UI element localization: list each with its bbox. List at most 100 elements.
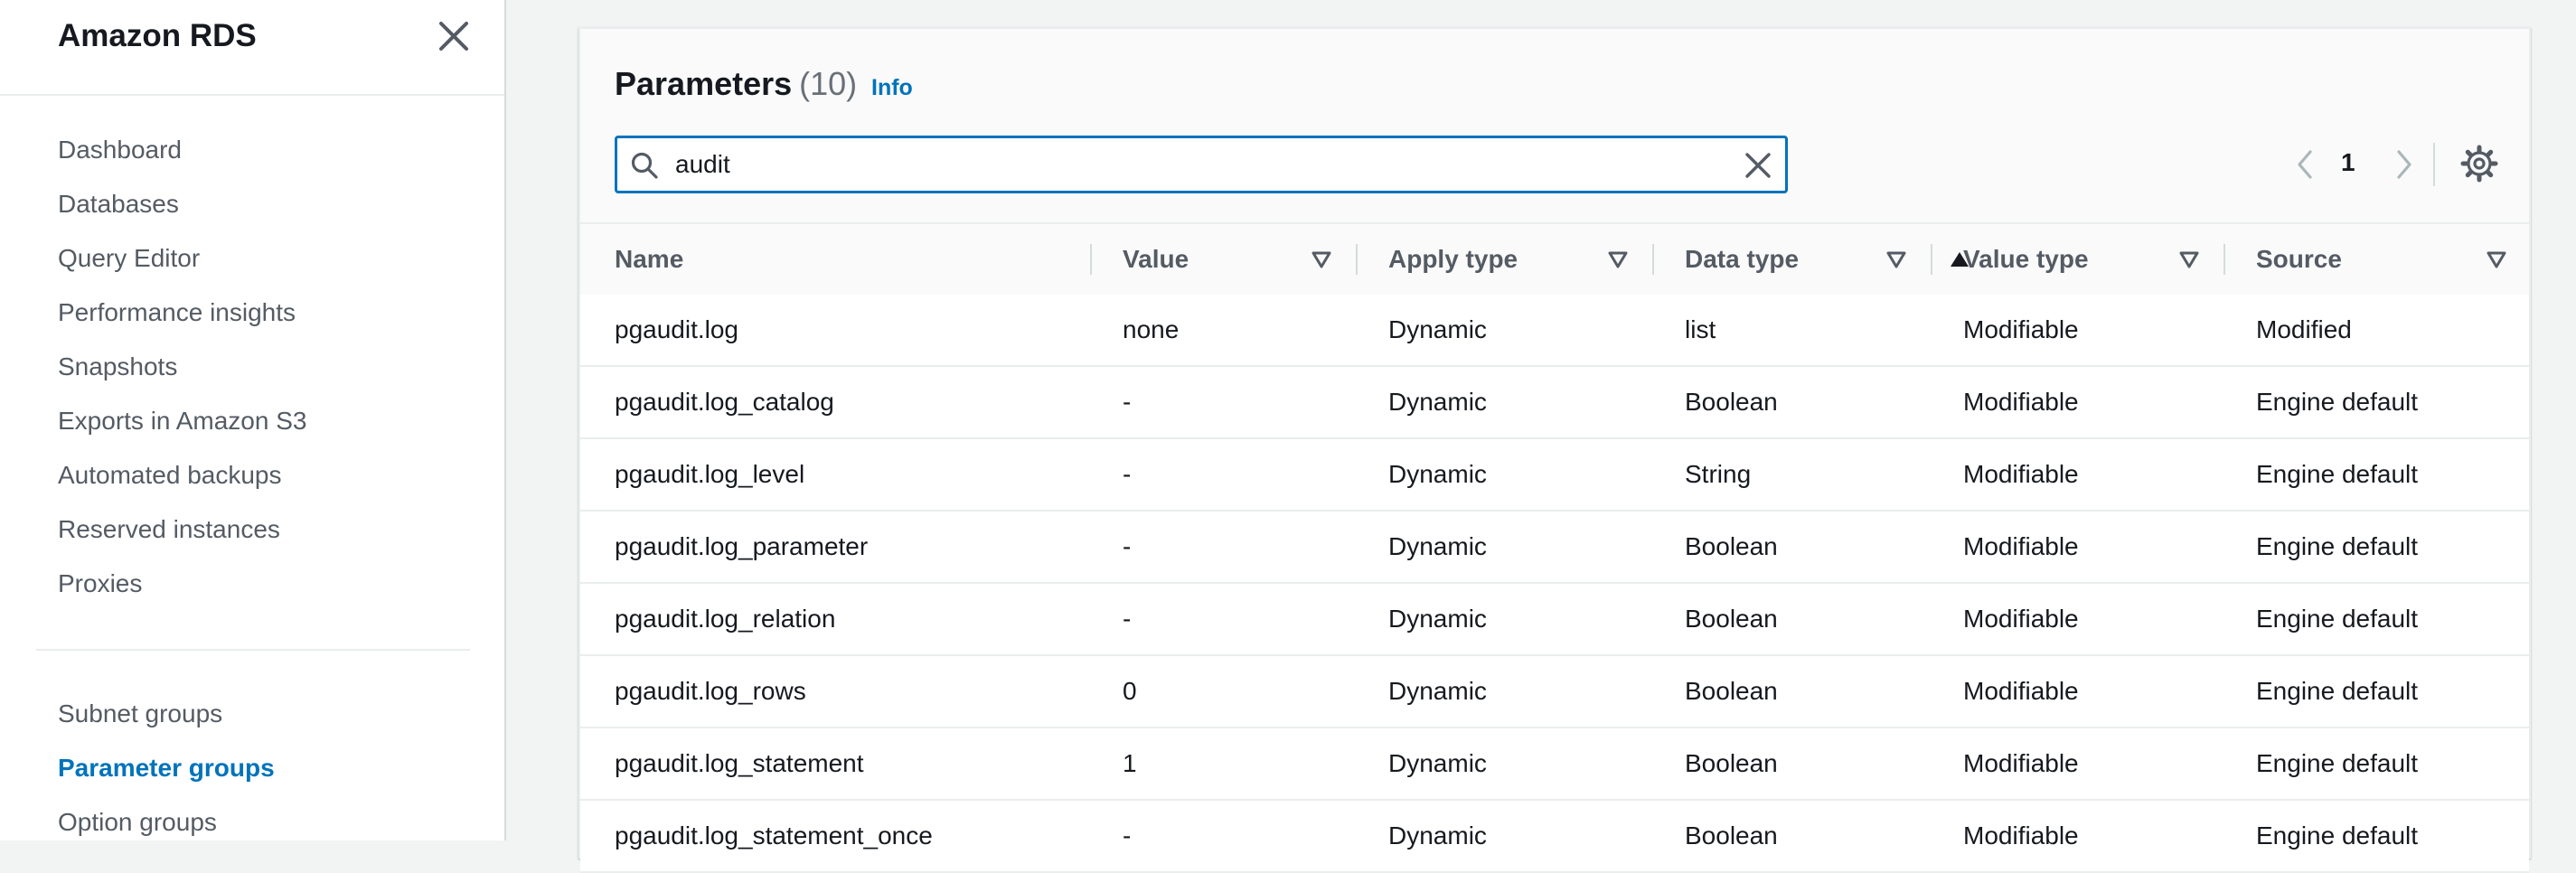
sidebar-item-automated-backups[interactable]: Automated backups: [58, 461, 282, 490]
cell-apply-type: Dynamic: [1388, 315, 1487, 343]
column-divider[interactable]: [2223, 244, 2225, 275]
cell-apply-type: Dynamic: [1388, 821, 1487, 850]
cell-name: pgaudit.log_catalog: [615, 388, 834, 416]
cell-value: -: [1123, 388, 1132, 416]
cell-value: none: [1123, 315, 1180, 343]
cell-source: Engine default: [2256, 821, 2419, 850]
column-header-value[interactable]: Value: [1123, 224, 1189, 295]
cell-apply-type: Dynamic: [1388, 388, 1487, 416]
cell-data-type: Boolean: [1685, 532, 1778, 560]
sort-icon[interactable]: [2178, 249, 2200, 270]
table-row[interactable]: pgaudit.log_rows 0 Dynamic Boolean Modif…: [580, 656, 2529, 728]
close-icon[interactable]: [434, 16, 474, 56]
sidebar-item-snapshots[interactable]: Snapshots: [58, 352, 177, 381]
cell-value: -: [1123, 605, 1132, 633]
sidebar-item-performance-insights[interactable]: Performance insights: [58, 298, 296, 327]
cell-source: Engine default: [2256, 388, 2419, 416]
parameter-count: (10): [799, 65, 858, 102]
sidebar-item-reserved-instances[interactable]: Reserved instances: [58, 515, 280, 544]
table-row[interactable]: pgaudit.log none Dynamic list Modifiable…: [580, 295, 2529, 367]
sidebar-item-subnet-groups[interactable]: Subnet groups: [58, 699, 222, 728]
sidebar-item-option-groups[interactable]: Option groups: [58, 808, 217, 837]
cell-apply-type: Dynamic: [1388, 460, 1487, 488]
sort-icon[interactable]: [1311, 249, 1332, 270]
panel-title: Parameters (10): [615, 65, 857, 103]
gear-icon[interactable]: [2460, 145, 2498, 183]
cell-value-type: Modifiable: [1963, 677, 2079, 705]
column-header-name[interactable]: Name: [615, 224, 683, 295]
cell-source: Engine default: [2256, 532, 2419, 560]
cell-data-type: Boolean: [1685, 749, 1778, 777]
column-divider[interactable]: [1356, 244, 1358, 275]
search-box[interactable]: [615, 136, 1788, 193]
cell-apply-type: Dynamic: [1388, 605, 1487, 633]
cell-apply-type: Dynamic: [1388, 677, 1487, 705]
cell-name: pgaudit.log_rows: [615, 677, 806, 705]
sort-icon[interactable]: [1607, 249, 1629, 270]
cell-value-type: Modifiable: [1963, 749, 2079, 777]
sidebar-title: Amazon RDS: [58, 18, 257, 53]
search-icon: [631, 152, 658, 179]
column-header-value-type[interactable]: Value type: [1963, 224, 2089, 295]
table-row[interactable]: pgaudit.log_relation - Dynamic Boolean M…: [580, 584, 2529, 656]
sidebar-item-query-editor[interactable]: Query Editor: [58, 244, 200, 273]
cell-value-type: Modifiable: [1963, 388, 2079, 416]
cell-value-type: Modifiable: [1963, 315, 2079, 343]
table-row[interactable]: pgaudit.log_parameter - Dynamic Boolean …: [580, 512, 2529, 584]
sort-icon[interactable]: [1885, 249, 1907, 270]
cell-data-type: Boolean: [1685, 388, 1778, 416]
table-header: Name Value Apply type Data type Value ty…: [580, 224, 2529, 296]
column-header-source[interactable]: Source: [2256, 224, 2342, 295]
cell-apply-type: Dynamic: [1388, 749, 1487, 777]
cell-data-type: Boolean: [1685, 821, 1778, 850]
cell-value: 0: [1123, 677, 1137, 705]
pager-divider: [2433, 143, 2435, 186]
sidebar-header: Amazon RDS: [0, 0, 504, 96]
cell-source: Engine default: [2256, 677, 2419, 705]
parameters-panel: Parameters(10) Info 1: [578, 27, 2531, 873]
chevron-left-icon[interactable]: [2289, 146, 2321, 183]
cell-name: pgaudit.log_level: [615, 460, 805, 488]
pagination-current-page[interactable]: 1: [2341, 148, 2355, 177]
table-row[interactable]: pgaudit.log_catalog - Dynamic Boolean Mo…: [580, 367, 2529, 439]
cell-value-type: Modifiable: [1963, 532, 2079, 560]
sort-icon[interactable]: [2486, 249, 2507, 270]
cell-value-type: Modifiable: [1963, 605, 2079, 633]
cell-source: Engine default: [2256, 605, 2419, 633]
clear-icon[interactable]: [1742, 149, 1774, 182]
sidebar-item-proxies[interactable]: Proxies: [58, 569, 142, 598]
cell-name: pgaudit.log_parameter: [615, 532, 869, 560]
table-row[interactable]: pgaudit.log_statement 1 Dynamic Boolean …: [580, 728, 2529, 801]
cell-data-type: Boolean: [1685, 677, 1778, 705]
cell-value: -: [1123, 821, 1132, 850]
cell-value-type: Modifiable: [1963, 821, 2079, 850]
sidebar-item-parameter-groups[interactable]: Parameter groups: [58, 754, 275, 783]
chevron-right-icon[interactable]: [2388, 146, 2421, 183]
cell-name: pgaudit.log_statement: [615, 749, 864, 777]
column-divider[interactable]: [1931, 244, 1932, 275]
column-divider[interactable]: [1652, 244, 1654, 275]
column-divider[interactable]: [1090, 244, 1092, 275]
table-row[interactable]: pgaudit.log_statement_once - Dynamic Boo…: [580, 801, 2529, 873]
cell-source: Modified: [2256, 315, 2352, 343]
sidebar-item-databases[interactable]: Databases: [58, 190, 179, 219]
cell-value: 1: [1123, 749, 1137, 777]
cell-value: -: [1123, 532, 1132, 560]
panel-title-text: Parameters: [615, 65, 793, 102]
panel-header: Parameters(10) Info 1: [580, 29, 2529, 224]
cell-data-type: list: [1685, 315, 1716, 343]
sidebar-item-exports-s3[interactable]: Exports in Amazon S3: [58, 407, 306, 436]
cell-data-type: String: [1685, 460, 1752, 488]
cell-name: pgaudit.log: [615, 315, 739, 343]
search-input[interactable]: [675, 146, 1715, 183]
column-header-apply-type[interactable]: Apply type: [1388, 224, 1518, 295]
table-row[interactable]: pgaudit.log_level - Dynamic String Modif…: [580, 439, 2529, 512]
column-header-data-type[interactable]: Data type: [1685, 224, 1799, 295]
info-link[interactable]: Info: [871, 75, 913, 101]
sidebar-divider: [36, 649, 470, 651]
cell-apply-type: Dynamic: [1388, 532, 1487, 560]
sidebar: Amazon RDS Dashboard Databases Query Edi…: [0, 0, 506, 840]
cell-data-type: Boolean: [1685, 605, 1778, 633]
sidebar-item-dashboard[interactable]: Dashboard: [58, 136, 182, 164]
cell-source: Engine default: [2256, 749, 2419, 777]
